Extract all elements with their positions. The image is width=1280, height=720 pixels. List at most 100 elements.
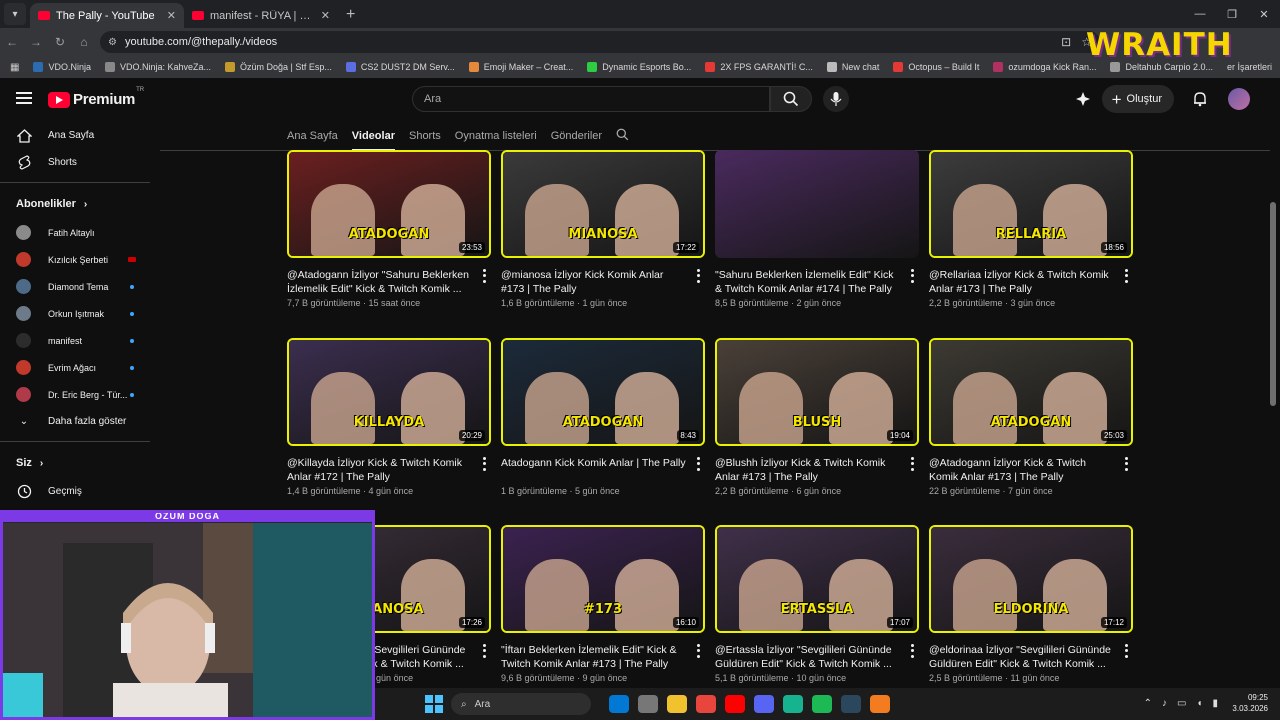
tab-playlists[interactable]: Oynatma listeleri <box>455 130 537 142</box>
close-tab-icon[interactable]: ✕ <box>321 9 330 22</box>
taskbar-app-icon[interactable] <box>638 695 658 713</box>
sidebar-item-shorts[interactable]: Shorts <box>0 149 160 176</box>
video-title[interactable]: @Atadogann İzliyor Kick & Twitch Komik A… <box>929 456 1115 484</box>
more-options-icon[interactable] <box>907 643 917 659</box>
windows-start-icon[interactable] <box>425 695 443 713</box>
video-title[interactable]: "İftarı Beklerken İzlemelik Edit" Kick &… <box>501 643 687 671</box>
bookmark-item[interactable]: 2X FPS GARANTİ! C... <box>705 62 813 72</box>
install-app-icon[interactable]: ⊡ <box>1061 35 1071 49</box>
sidebar-item-home[interactable]: Ana Sayfa <box>0 122 160 149</box>
more-options-icon[interactable] <box>479 456 489 472</box>
close-window-icon[interactable]: ✕ <box>1248 0 1280 28</box>
minimize-icon[interactable]: — <box>1184 0 1216 28</box>
sidebar-item-history[interactable]: Geçmiş <box>0 478 160 505</box>
subscription-item[interactable]: manifest <box>0 327 160 354</box>
scrollbar-thumb[interactable] <box>1270 202 1276 406</box>
video-thumbnail[interactable]: ERTASSLA 17:07 <box>715 525 919 633</box>
more-options-icon[interactable] <box>479 643 489 659</box>
bookmark-item[interactable]: Özüm Doğa | Stf Esp... <box>225 62 332 72</box>
video-thumbnail[interactable]: BLUSH 19:04 <box>715 338 919 446</box>
all-bookmarks-link[interactable]: er İşaretleri <box>1227 62 1272 72</box>
clock[interactable]: 09:25 3.03.2026 <box>1232 692 1268 714</box>
bookmark-item[interactable]: VDO.Ninja: KahveZa... <box>104 62 211 72</box>
video-title[interactable]: "Sahuru Beklerken İzlemelik Edit" Kick &… <box>715 268 901 296</box>
taskbar-app-icon[interactable] <box>841 695 861 713</box>
video-title[interactable]: @Killayda İzliyor Kick & Twitch Komik An… <box>287 456 473 484</box>
browser-tab-active[interactable]: The Pally - YouTube ✕ <box>30 3 184 28</box>
tab-videos[interactable]: Videolar <box>351 130 396 151</box>
taskbar-app-icon[interactable] <box>870 695 890 713</box>
subscription-item[interactable]: Kızılcık Şerbeti <box>0 246 160 273</box>
reload-icon[interactable]: ↻ <box>48 35 72 49</box>
video-card[interactable]: ERTASSLA 17:07 @Ertassla İzliyor "Sevgilil… <box>715 525 919 683</box>
tab-search-icon[interactable]: ▾ <box>4 3 26 25</box>
more-options-icon[interactable] <box>479 268 489 284</box>
video-title[interactable]: Atadogann Kick Komik Anlar | The Pally <box>501 456 687 484</box>
bookmark-item[interactable]: Deltahub Carpio 2.0... <box>1110 62 1213 72</box>
you-heading[interactable]: Siz › <box>0 448 160 478</box>
taskbar-app-icon[interactable] <box>725 695 745 713</box>
taskbar-search[interactable]: ⌕ Ara <box>451 693 591 715</box>
taskbar-app-icon[interactable] <box>696 695 716 713</box>
subscription-item[interactable]: Fatih Altaylı <box>0 219 160 246</box>
microphone-icon[interactable]: ♪ <box>1162 698 1167 709</box>
subscription-item[interactable]: Dr. Eric Berg - Tür... <box>0 381 160 408</box>
tab-home[interactable]: Ana Sayfa <box>287 130 338 142</box>
ai-assist-icon[interactable] <box>1074 90 1092 108</box>
more-options-icon[interactable] <box>693 456 703 472</box>
browser-tab[interactable]: manifest - RÜYA | Special Dance... ✕ <box>184 3 338 28</box>
new-tab-icon[interactable]: + <box>346 6 355 24</box>
video-thumbnail[interactable]: KILLAYDA 20:29 <box>287 338 491 446</box>
video-card[interactable]: BLUSH 19:04 @Blushh İzliyor Kick & Twitch … <box>715 338 919 496</box>
bookmark-item[interactable]: Octopus – Build It <box>893 62 979 72</box>
more-options-icon[interactable] <box>693 643 703 659</box>
taskbar-app-icon[interactable] <box>667 695 687 713</box>
video-thumbnail[interactable]: ATADOGAN 23:53 <box>287 150 491 258</box>
volume-icon[interactable]: ◖ <box>1196 698 1202 709</box>
chevron-up-icon[interactable]: ⌃ <box>1144 698 1152 709</box>
back-icon[interactable]: ← <box>0 35 24 49</box>
video-title[interactable]: @eldorinaa İzliyor "Sevgilileri Gününde … <box>929 643 1115 671</box>
tab-posts[interactable]: Gönderiler <box>551 130 602 142</box>
voice-search-button[interactable] <box>823 86 849 112</box>
more-options-icon[interactable] <box>1121 456 1131 472</box>
video-title[interactable]: @Blushh İzliyor Kick & Twitch Komik Anla… <box>715 456 901 484</box>
video-card[interactable]: ELDORINA 17:12 @eldorinaa İzliyor "Sevgili… <box>929 525 1133 683</box>
create-button[interactable]: + Oluştur <box>1101 85 1174 113</box>
apps-grid-icon[interactable]: ▦ <box>10 62 19 73</box>
video-thumbnail[interactable]: ATADOGAN 8:43 <box>501 338 705 446</box>
taskbar-app-icon[interactable] <box>783 695 803 713</box>
video-title[interactable]: @Atadogann İzliyor "Sahuru Beklerken İzl… <box>287 268 473 296</box>
bookmark-item[interactable]: Emoji Maker – Creat... <box>468 62 573 72</box>
account-avatar[interactable] <box>1228 88 1250 110</box>
battery-icon[interactable]: ▮ <box>1212 698 1218 709</box>
subscriptions-heading[interactable]: Abonelikler › <box>0 189 160 219</box>
site-info-icon[interactable]: ⚙ <box>108 37 117 48</box>
video-card[interactable]: "Sahuru Beklerken İzlemelik Edit" Kick &… <box>715 150 919 308</box>
video-title[interactable]: @mianosa İzliyor Kick Komik Anlar #173 |… <box>501 268 687 296</box>
channel-search-icon[interactable] <box>616 128 629 144</box>
url-field[interactable]: ⚙ youtube.com/@thepally./videos ⊡ ☆ <box>100 31 1100 53</box>
video-card[interactable]: ATADOGAN 25:03 @Atadogann İzliyor Kick & T… <box>929 338 1133 496</box>
notifications-bell-icon[interactable] <box>1190 89 1210 109</box>
video-title[interactable]: @Rellariaa İzliyor Kick & Twitch Komik A… <box>929 268 1115 296</box>
more-options-icon[interactable] <box>1121 643 1131 659</box>
maximize-icon[interactable]: ❐ <box>1216 0 1248 28</box>
forward-icon[interactable]: → <box>24 35 48 49</box>
home-icon[interactable]: ⌂ <box>72 35 96 49</box>
more-options-icon[interactable] <box>693 268 703 284</box>
youtube-logo[interactable]: Premium TR <box>48 87 144 108</box>
bookmark-item[interactable]: Dynamic Esports Bo... <box>587 62 691 72</box>
video-thumbnail[interactable]: RELLARIA 18:56 <box>929 150 1133 258</box>
tab-shorts[interactable]: Shorts <box>409 130 441 142</box>
more-options-icon[interactable] <box>1121 268 1131 284</box>
video-title[interactable]: @Ertassla İzliyor "Sevgilileri Gününde G… <box>715 643 901 671</box>
show-more-button[interactable]: ⌄ Daha fazla göster <box>0 408 160 435</box>
more-options-icon[interactable] <box>907 268 917 284</box>
search-input[interactable]: Ara <box>412 86 770 112</box>
taskbar-app-icon[interactable] <box>812 695 832 713</box>
bookmark-item[interactable]: New chat <box>826 62 879 72</box>
bookmark-item[interactable]: CS2 DUST2 DM Serv... <box>345 62 455 72</box>
subscription-item[interactable]: Diamond Tema <box>0 273 160 300</box>
subscription-item[interactable]: Orkun Işıtmak <box>0 300 160 327</box>
